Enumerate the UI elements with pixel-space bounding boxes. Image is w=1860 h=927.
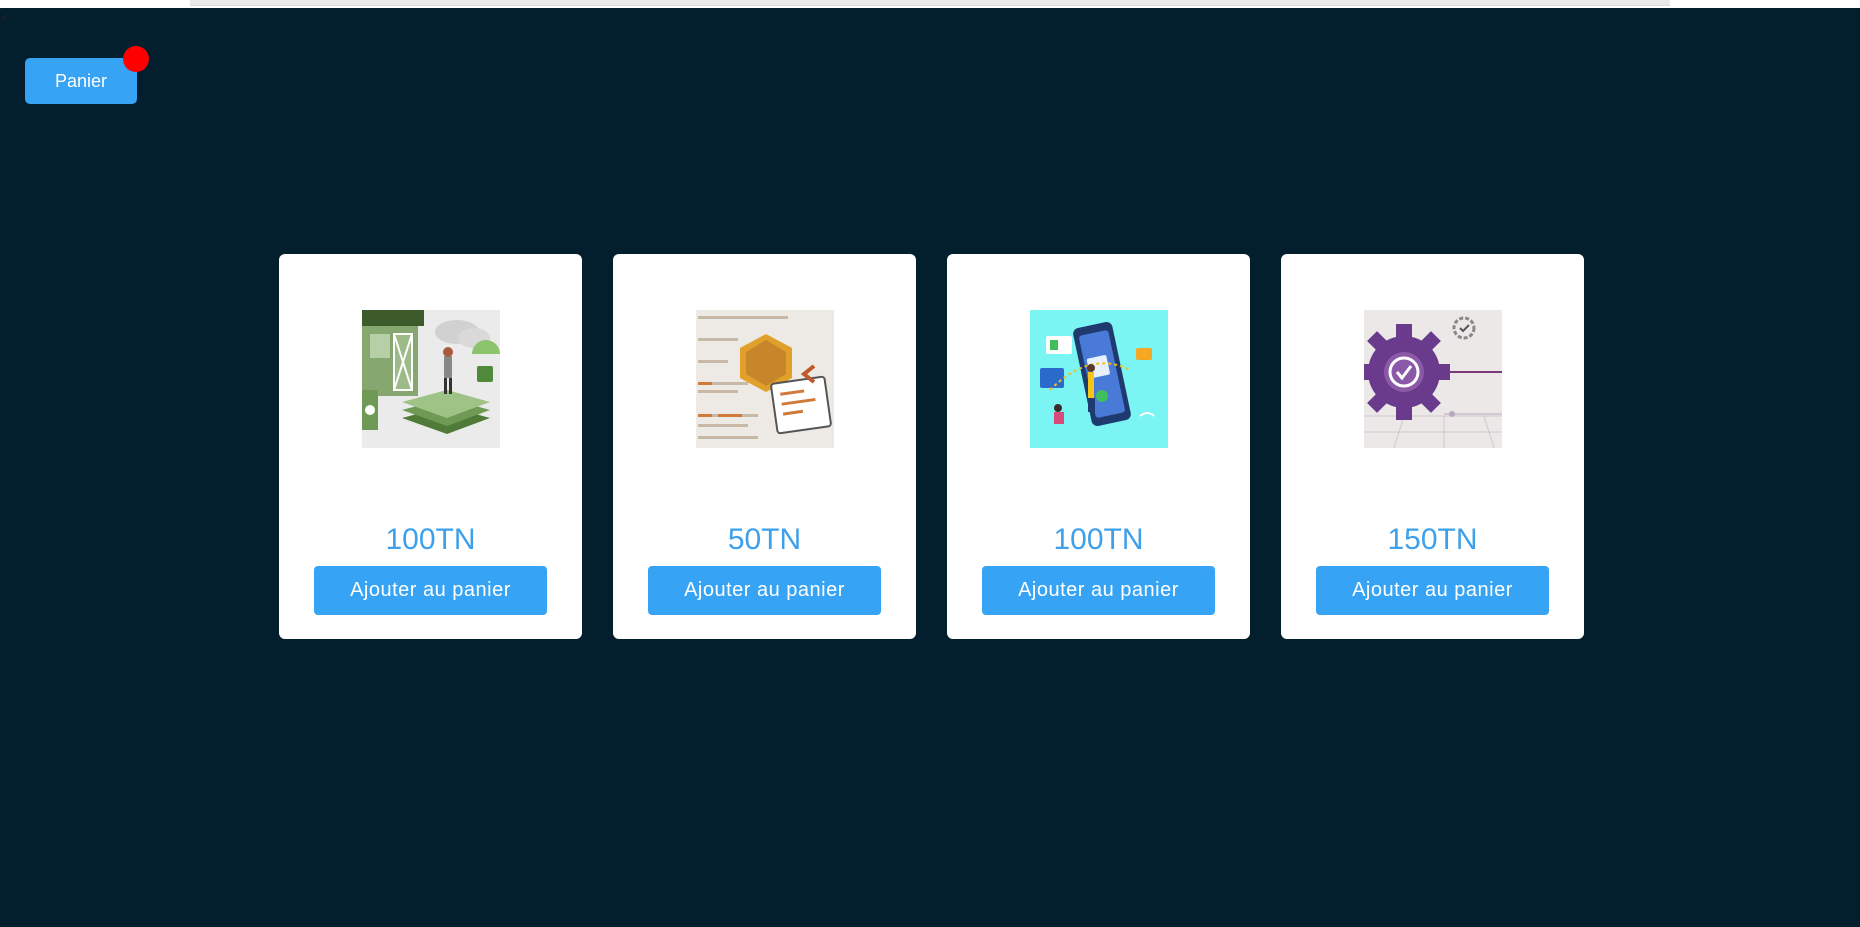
cart-notification-badge [123,46,149,72]
browser-top-bar [190,0,1670,6]
product-price: 100TN [1053,523,1144,556]
cloud-deploy-illustration [362,310,500,448]
product-price: 150TN [1387,523,1478,556]
csharp-code-illustration [696,310,834,448]
product-card: 100TN Ajouter au panier [947,254,1250,639]
product-price: 100TN [385,523,476,556]
gear-check-illustration [1364,310,1502,448]
add-to-cart-button[interactable]: Ajouter au panier [1316,566,1549,615]
product-price: 50TN [727,523,802,556]
product-card: 150TN Ajouter au panier [1281,254,1584,639]
back-glyph[interactable]: < [1,11,9,24]
add-to-cart-button[interactable]: Ajouter au panier [648,566,881,615]
product-card: 50TN Ajouter au panier [613,254,916,639]
product-card: 100TN Ajouter au panier [279,254,582,639]
cart-button[interactable]: Panier [25,58,137,104]
add-to-cart-button[interactable]: Ajouter au panier [314,566,547,615]
mobile-app-illustration [1030,310,1168,448]
add-to-cart-button[interactable]: Ajouter au panier [982,566,1215,615]
browser-top-strip [0,0,1860,8]
product-grid: 100TN Ajouter au panier 50TN Ajouter au … [279,254,1584,639]
